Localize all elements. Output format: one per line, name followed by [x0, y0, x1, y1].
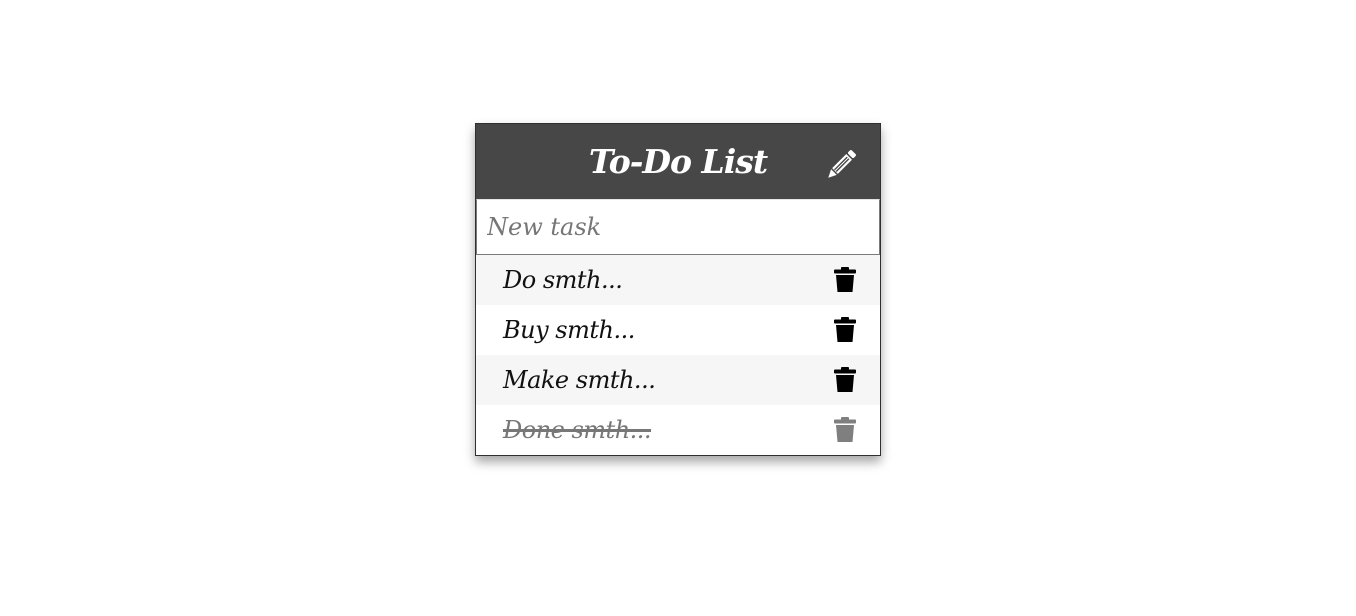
new-task-input[interactable]	[476, 199, 880, 255]
trash-icon[interactable]	[834, 267, 856, 292]
task-label: Done smth...	[503, 416, 652, 444]
task-label: Buy smth...	[503, 316, 635, 344]
todo-header: To-Do List	[476, 124, 880, 199]
task-item[interactable]: Do smth...	[476, 255, 880, 305]
task-item[interactable]: Buy smth...	[476, 305, 880, 355]
trash-icon[interactable]	[834, 417, 856, 442]
task-item-done[interactable]: Done smth...	[476, 405, 880, 455]
page-title: To-Do List	[588, 142, 768, 181]
task-label: Make smth...	[503, 366, 656, 394]
trash-icon[interactable]	[834, 317, 856, 342]
todo-card: To-Do List Do smth... Buy	[475, 123, 881, 456]
task-item[interactable]: Make smth...	[476, 355, 880, 405]
trash-icon[interactable]	[834, 367, 856, 392]
pencil-icon[interactable]	[822, 146, 860, 184]
task-label: Do smth...	[503, 266, 623, 294]
